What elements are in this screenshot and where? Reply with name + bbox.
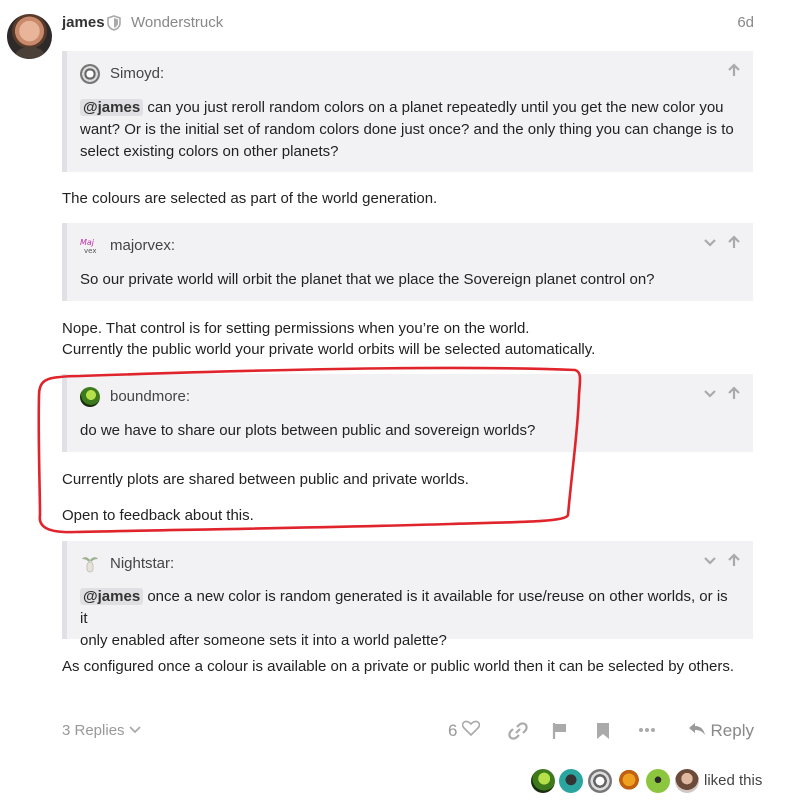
quote-controls[interactable] [697,553,741,571]
bookmark-icon[interactable] [596,722,610,745]
chevron-down-icon[interactable] [703,236,721,253]
reply-icon [688,721,711,740]
quote-controls[interactable] [697,386,741,404]
quote-line: once a new color is random generated is … [80,588,728,627]
arrow-up-icon[interactable] [727,386,741,404]
replies-toggle[interactable]: 3 Replies [62,722,141,739]
quote-simoyd: Simoyd: @james can you just reroll rando… [62,51,753,172]
quote-avatar [80,64,100,84]
likers: liked this [531,769,764,793]
more-icon[interactable] [638,722,656,743]
like-button[interactable]: 6 [448,720,481,741]
username[interactable]: james [62,14,105,31]
like-count: 6 [448,721,458,740]
quote-line: want? Or is the initial set of random co… [80,121,734,138]
svg-text:Maj: Maj [80,238,95,247]
reply-button[interactable]: Reply [688,721,754,741]
post-actions: 3 Replies 6 Reply [62,720,754,744]
liker-avatar[interactable] [588,769,612,793]
arrow-up-icon[interactable] [727,553,741,571]
quote-avatar [80,554,100,574]
quote-text: @james once a new color is random genera… [80,586,735,652]
quote-majorvex: Maj vex majorvex: So our private world wi… [62,223,753,301]
quote-line: can you just reroll random colors on a p… [147,99,724,116]
post-time[interactable]: 6d [737,14,754,31]
quote-avatar: Maj vex [80,236,100,256]
heart-icon [461,720,481,740]
quote-controls[interactable] [697,235,741,253]
quote-avatar [80,387,100,407]
liker-avatar[interactable] [559,769,583,793]
quote-author: Nightstar: [110,555,175,572]
chevron-down-icon [129,722,141,739]
paragraph: Nope. That control is for setting permis… [62,320,530,337]
quote-author: boundmore: [110,388,191,405]
replies-label: 3 Replies [62,722,125,739]
quote-controls[interactable] [721,63,741,81]
paragraph: Currently plots are shared between publi… [62,471,469,488]
quote-author: Simoyd: [110,65,165,82]
liker-avatar[interactable] [531,769,555,793]
arrow-up-icon[interactable] [727,235,741,253]
quote-text: @james can you just reroll random colors… [80,97,735,163]
flag-icon[interactable] [552,722,568,745]
shield-icon [107,15,123,31]
quote-text: do we have to share our plots between pu… [80,422,536,439]
quote-author: majorvex: [110,237,176,254]
quote-text: So our private world will orbit the plan… [80,271,655,288]
quote-line: only enabled after someone sets it into … [80,632,447,649]
quote-nightstar: Nightstar: @james once a new color is ra… [62,541,753,649]
liker-avatar[interactable] [675,769,699,793]
liker-avatar[interactable] [617,769,641,793]
liker-avatar[interactable] [646,769,670,793]
post-header: james Wonderstruck 6d [62,14,754,34]
chevron-down-icon[interactable] [703,554,721,571]
paragraph: As configured once a colour is available… [62,658,735,675]
chevron-down-icon[interactable] [703,387,721,404]
quote-line: select existing colors on other planets? [80,143,339,160]
mention[interactable]: @james [80,588,144,605]
mention[interactable]: @james [80,99,144,116]
quote-boundmore: boundmore: do we have to share our plots… [62,374,753,452]
paragraph: The colours are selected as part of the … [62,190,438,207]
poster-avatar[interactable] [7,14,52,59]
user-title: Wonderstruck [131,14,224,31]
paragraph: Open to feedback about this. [62,507,254,524]
reply-label: Reply [710,721,754,740]
paragraph: Currently the public world your private … [62,341,596,358]
svg-text:vex: vex [84,247,96,255]
link-icon[interactable] [508,722,528,745]
arrow-up-icon[interactable] [727,63,741,81]
liked-this-label: liked this [704,772,763,789]
